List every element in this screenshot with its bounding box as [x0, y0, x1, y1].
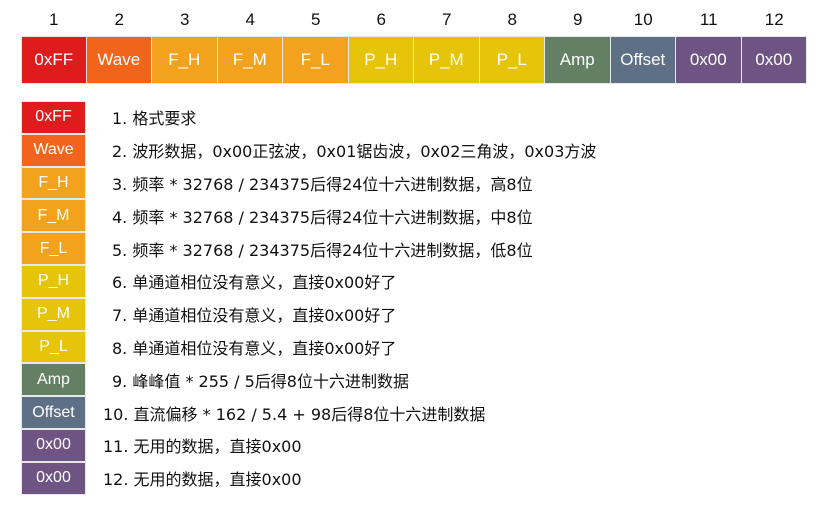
frame-byte-freq-mid: F_M	[217, 36, 283, 84]
byte-index: 6	[376, 10, 386, 29]
legend-row: F_H 3. 频率 * 32768 / 234375后得24位十六进制数据，高8…	[21, 166, 596, 200]
legend-description: 10. 直流偏移 * 162 / 5.4 + 98后得8位十六进制数据	[103, 404, 486, 424]
legend-description: 12. 无用的数据，直接0x00	[103, 470, 302, 490]
byte-index: 5	[311, 10, 321, 29]
legend-swatch: F_M	[21, 199, 86, 233]
legend-swatch: 0x00	[21, 461, 86, 495]
frame-byte-unused-1: 0x00	[676, 36, 742, 84]
legend-swatch: Wave	[21, 133, 86, 167]
byte-index: 7	[442, 10, 452, 29]
legend-row: P_H 6. 单通道相位没有意义，直接0x00好了	[21, 264, 596, 298]
legend-description: 2. 波形数据，0x00正弦波，0x01锯齿波，0x02三角波，0x03方波	[112, 142, 597, 162]
legend-swatch: P_H	[21, 264, 86, 298]
byte-index: 4	[245, 10, 255, 29]
frame-byte-row: 0xFF Wave F_H F_M F_L P_H P_M P_L Amp Of…	[21, 36, 807, 84]
legend-description: 3. 频率 * 32768 / 234375后得24位十六进制数据，高8位	[112, 174, 533, 194]
byte-index: 10	[633, 10, 653, 29]
legend-description: 8. 单通道相位没有意义，直接0x00好了	[112, 338, 397, 358]
byte-index: 1	[49, 10, 59, 29]
frame-byte-offset: Offset	[610, 36, 676, 84]
legend-description: 4. 频率 * 32768 / 234375后得24位十六进制数据，中8位	[112, 207, 533, 227]
legend-swatch: Offset	[21, 396, 86, 429]
legend: 0xFF 1. 格式要求 Wave 2. 波形数据，0x00正弦波，0x01锯齿…	[21, 101, 596, 495]
frame-byte-phase-mid: P_M	[414, 36, 480, 84]
legend-swatch: F_L	[21, 232, 86, 265]
legend-swatch: P_M	[21, 297, 86, 331]
legend-description: 7. 单通道相位没有意义，直接0x00好了	[112, 306, 397, 326]
byte-index: 11	[699, 10, 718, 29]
legend-row: Wave 2. 波形数据，0x00正弦波，0x01锯齿波，0x02三角波，0x0…	[21, 133, 597, 167]
byte-index-row: 1 2 3 4 5 6 7 8 9 10 11 12	[21, 9, 807, 31]
frame-byte-header: 0xFF	[21, 36, 87, 84]
frame-byte-freq-low: F_L	[283, 36, 349, 84]
legend-description: 6. 单通道相位没有意义，直接0x00好了	[112, 273, 397, 293]
legend-description: 1. 格式要求	[112, 109, 197, 129]
legend-row: P_L 8. 单通道相位没有意义，直接0x00好了	[21, 330, 596, 364]
legend-swatch: 0x00	[21, 428, 86, 462]
legend-row: Offset 10. 直流偏移 * 162 / 5.4 + 98后得8位十六进制…	[21, 396, 596, 429]
legend-row: 0xFF 1. 格式要求	[21, 101, 596, 134]
legend-description: 11. 无用的数据，直接0x00	[103, 437, 302, 457]
frame-byte-freq-high: F_H	[152, 36, 218, 84]
frame-byte-unused-2: 0x00	[741, 36, 807, 84]
legend-row: Amp 9. 峰峰值 * 255 / 5后得8位十六进制数据	[21, 363, 596, 397]
legend-row: P_M 7. 单通道相位没有意义，直接0x00好了	[21, 297, 596, 331]
frame-byte-phase-high: P_H	[348, 36, 414, 84]
legend-description: 5. 频率 * 32768 / 234375后得24位十六进制数据，低8位	[112, 240, 533, 260]
legend-row: F_M 4. 频率 * 32768 / 234375后得24位十六进制数据，中8…	[21, 199, 596, 233]
legend-swatch: P_L	[21, 330, 86, 364]
legend-swatch: Amp	[21, 363, 86, 397]
byte-index: 8	[507, 10, 517, 29]
byte-index: 3	[180, 10, 190, 29]
byte-index: 2	[114, 10, 124, 29]
byte-index: 9	[573, 10, 583, 29]
legend-swatch: 0xFF	[21, 101, 86, 134]
legend-swatch: F_H	[21, 166, 86, 200]
byte-index: 12	[764, 10, 784, 29]
frame-byte-wave: Wave	[86, 36, 152, 84]
legend-row: 0x00 11. 无用的数据，直接0x00	[21, 428, 596, 462]
legend-row: 0x00 12. 无用的数据，直接0x00	[21, 461, 596, 495]
legend-row: F_L 5. 频率 * 32768 / 234375后得24位十六进制数据，低8…	[21, 232, 596, 265]
frame-byte-phase-low: P_L	[479, 36, 545, 84]
frame-byte-amp: Amp	[545, 36, 611, 84]
legend-description: 9. 峰峰值 * 255 / 5后得8位十六进制数据	[112, 371, 409, 391]
